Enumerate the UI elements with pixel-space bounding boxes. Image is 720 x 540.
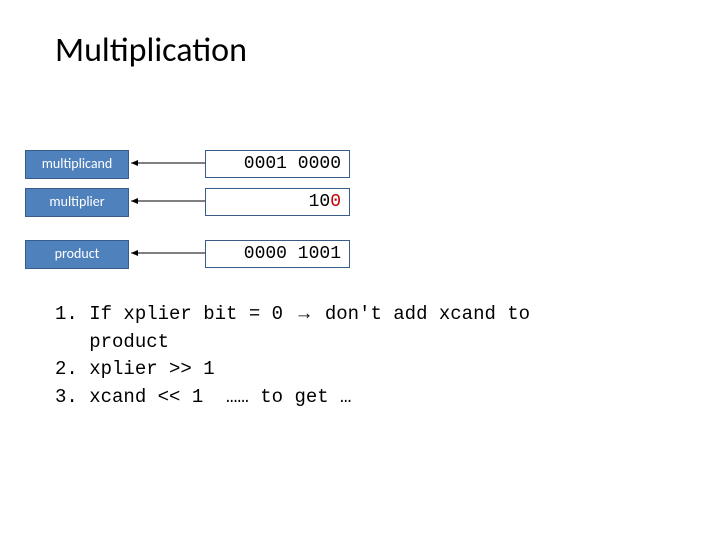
slide-title: Multiplication	[55, 30, 247, 71]
step-3: 3. xcand << 1 …… to get …	[55, 386, 351, 408]
value-multiplier: 100	[205, 188, 350, 216]
value-multiplicand: 0001 0000	[205, 150, 350, 178]
step-1b: don't add xcand to	[313, 303, 530, 325]
multiplier-active-bit: 0	[330, 192, 341, 212]
algorithm-steps: 1. If xplier bit = 0 → don't add xcand t…	[55, 300, 665, 411]
connector-arrows	[0, 0, 720, 540]
label-multiplicand: multiplicand	[25, 150, 129, 179]
value-product: 0000 1001	[205, 240, 350, 268]
arrow-icon: →	[294, 300, 313, 328]
multiplier-prefix: 10	[309, 192, 331, 212]
label-product: product	[25, 240, 129, 269]
step-1a: 1. If xplier bit = 0	[55, 303, 294, 325]
label-multiplier: multiplier	[25, 188, 129, 217]
step-2: 2. xplier >> 1	[55, 358, 215, 380]
step-1c: product	[55, 331, 169, 353]
